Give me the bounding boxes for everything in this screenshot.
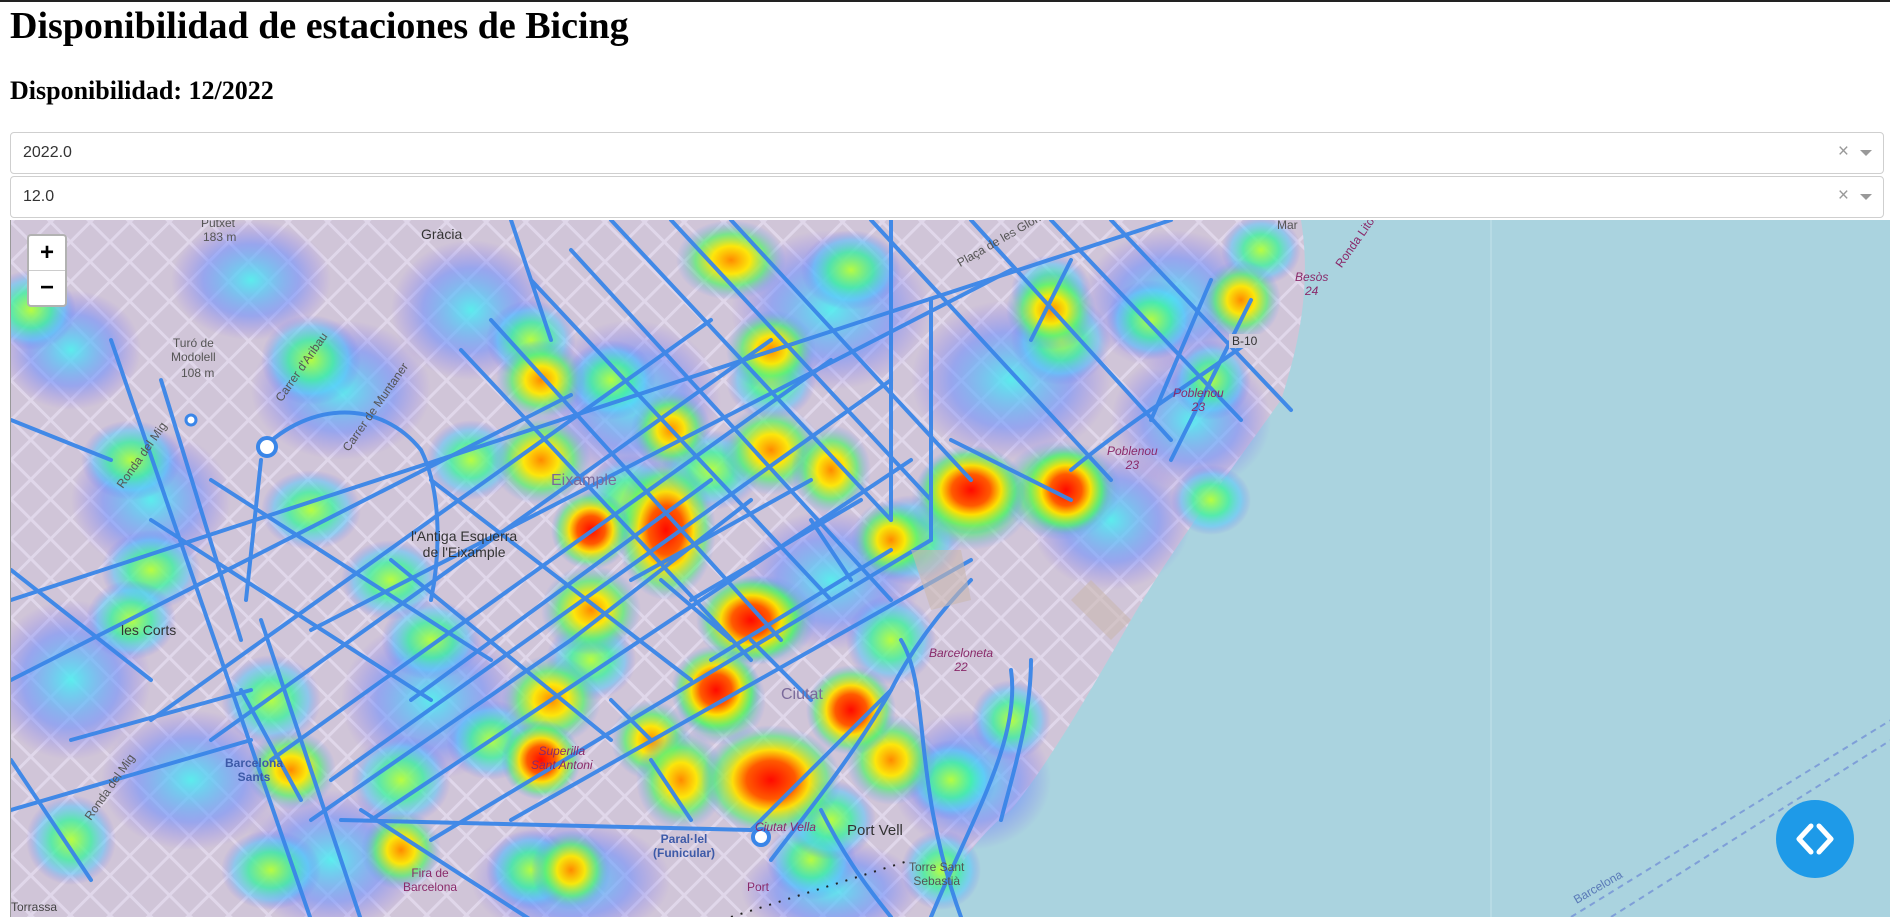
map-label-gracia: Gràcia	[421, 226, 463, 242]
month-clear-icon[interactable]: ×	[1838, 185, 1849, 207]
availability-subtitle: Disponibilidad: 12/2022	[10, 76, 274, 105]
year-clear-icon[interactable]: ×	[1838, 141, 1849, 163]
zoom-in-button[interactable]: +	[29, 236, 65, 270]
map-label-putxet: Putxet	[201, 220, 236, 230]
month-dropdown-value: 12.0	[23, 188, 55, 205]
map-label-putxet-alt: 183 m	[203, 230, 237, 244]
page-title: Disponibilidad de estaciones de Bicing	[10, 5, 629, 47]
map-label-barcelona-sants: Barcelona Sants	[225, 756, 284, 784]
code-brackets-icon	[1796, 823, 1834, 855]
heatmap-map[interactable]: + − Gràcia Putxet 183 m Turó de Modolell…	[10, 220, 1890, 917]
map-label-poblenou-1: Poblenou 23	[1173, 386, 1224, 414]
month-chevron-down-icon[interactable]	[1860, 194, 1872, 200]
month-dropdown[interactable]: 12.0 ×	[10, 176, 1884, 218]
map-label-ciutat-vella: Ciutat Vella	[755, 820, 816, 834]
map-label-port-vell: Port Vell	[847, 822, 903, 839]
map-label-fira: Fira de Barcelona	[403, 866, 458, 894]
map-label-poblenou-2: Poblenou 23	[1107, 444, 1158, 472]
map-label-torre-sant: Torre Sant Sebastià	[909, 860, 965, 888]
map-label-sant-antoni: Superilla Sant Antoni	[531, 744, 593, 772]
map-label-ciutat: Ciutat	[781, 686, 823, 703]
code-toggle-button[interactable]	[1776, 800, 1854, 878]
map-label-les-corts: les Corts	[121, 622, 177, 638]
map-label-mar: Mar	[1277, 220, 1298, 232]
map-label-eixample: Eixample	[551, 472, 617, 489]
map-label-port: Port	[747, 880, 770, 894]
map-label-besos: Besòs 24	[1295, 270, 1329, 298]
map-label-antiga-esquerra: l'Antiga Esquerra de l'Eixample	[411, 528, 518, 560]
year-chevron-down-icon[interactable]	[1860, 150, 1872, 156]
map-label-torrassa: Torrassa	[11, 900, 58, 914]
year-dropdown-value: 2022.0	[23, 144, 72, 161]
zoom-control[interactable]: + −	[27, 234, 67, 307]
map-label-turo: Turó de Modolell	[171, 336, 216, 364]
map-canvas[interactable]	[11, 220, 1890, 917]
map-label-turo-alt: 108 m	[181, 366, 215, 380]
year-dropdown[interactable]: 2022.0 ×	[10, 132, 1884, 174]
map-label-b10: B-10	[1229, 334, 1261, 348]
zoom-out-button[interactable]: −	[29, 270, 65, 305]
map-label-barceloneta: Barceloneta 22	[929, 646, 994, 674]
map-label-paral-lel: Paral·lel (Funicular)	[653, 832, 715, 860]
